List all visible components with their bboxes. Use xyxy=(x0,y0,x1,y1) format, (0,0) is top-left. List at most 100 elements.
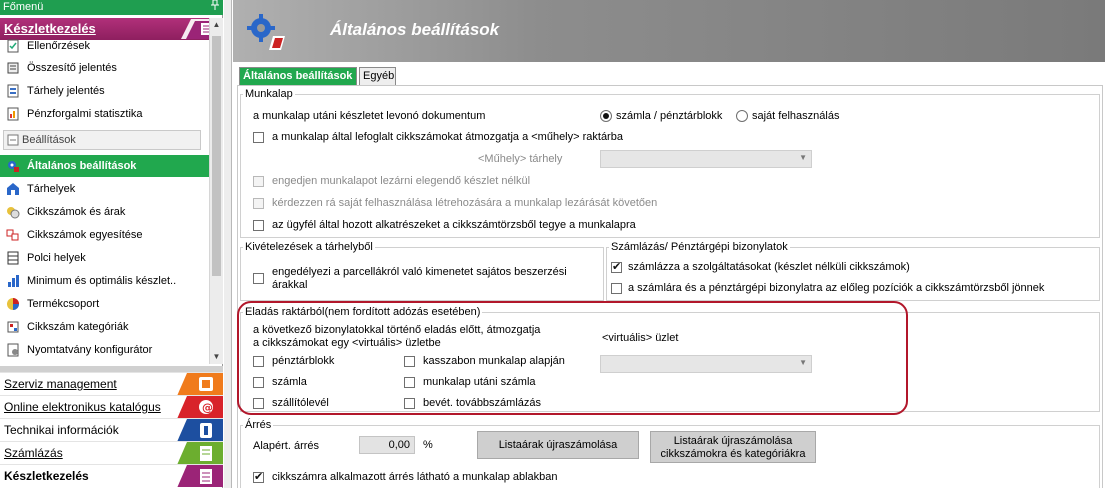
tab-egyeb[interactable]: Egyéb xyxy=(359,67,396,86)
menu-item-cikkszamok-egyesitese[interactable]: Cikkszámok egyesítése xyxy=(0,224,209,246)
highlight-annotation xyxy=(237,301,908,415)
group-title-munkalap: Munkalap xyxy=(243,88,295,100)
storage-location-icon xyxy=(7,183,19,195)
margin-visible-label[interactable]: cikkszámra alkalmazott árrés látható a m… xyxy=(272,471,558,484)
default-margin-input[interactable]: 0,00 xyxy=(359,436,415,454)
checkbox-parcel-output[interactable] xyxy=(253,273,264,284)
menu-item-nyomtatvany[interactable]: Nyomtatvány konfigurátor xyxy=(0,339,209,361)
allow-close-label[interactable]: engedjen munkalapot lezárni elegendő kés… xyxy=(272,175,530,188)
menu-item-label: Termékcsoport xyxy=(27,298,100,310)
billing-icon xyxy=(177,442,223,464)
radio-own-use[interactable] xyxy=(736,110,748,122)
nav-szamlazas[interactable]: Számlázás xyxy=(0,441,223,464)
menu-item-label: Cikkszámok és árak xyxy=(27,206,126,218)
menu-item-tarhely-jelentes[interactable]: Tárhely jelentés xyxy=(0,80,209,102)
menu-item-label: Cikkszámok egyesítése xyxy=(27,229,143,241)
workshop-storage-label: <Műhely> tárhely xyxy=(478,153,563,165)
menu-item-label: Polci helyek xyxy=(27,252,86,264)
page-title: Általános beállítások xyxy=(330,20,500,39)
menu-item-label: Minimum és optimális készlet.. xyxy=(27,275,177,287)
checkbox-allow-close[interactable] xyxy=(253,176,264,187)
svg-text:@: @ xyxy=(202,401,213,414)
customer-parts-label[interactable]: az ügyfél által hozott alkatrészeket a c… xyxy=(272,219,636,232)
tab-altalanos-beallitasok[interactable]: Általános beállítások xyxy=(239,67,357,86)
menu-item-label: Összesítő jelentés xyxy=(27,62,117,74)
inventory-nav-icon xyxy=(177,465,223,487)
menu-item-termekcsoport[interactable]: Termékcsoport xyxy=(0,293,209,315)
menu-item-label: Tárhely jelentés xyxy=(27,85,105,97)
checkbox-ask-own-use[interactable] xyxy=(253,198,264,209)
summary-report-icon xyxy=(7,62,19,74)
nav-label: Készletkezelés xyxy=(4,469,89,483)
checkbox-margin-visible[interactable] xyxy=(253,470,264,483)
move-to-workshop-label[interactable]: a munkalap által lefoglalt cikkszámokat … xyxy=(272,131,623,144)
form-config-icon xyxy=(7,343,19,357)
pin-icon[interactable] xyxy=(211,0,219,15)
doc-deduct-label: a munkalap utáni készletet levonó dokume… xyxy=(253,110,486,122)
checkbox-advance-positions[interactable] xyxy=(611,283,622,294)
radio-invoice-label[interactable]: számla / pénztárblokk xyxy=(616,110,722,123)
menu-item-ellenorzesek[interactable]: Ellenőrzések xyxy=(0,38,209,57)
pane-splitter[interactable] xyxy=(224,0,232,488)
nav-label: Szerviz management xyxy=(4,377,117,391)
menu-item-cikkszam-kategoriak[interactable]: Cikkszám kategóriák xyxy=(0,316,209,338)
menu-item-osszesito[interactable]: Összesítő jelentés xyxy=(0,57,209,79)
group-munkalap: Munkalap a munkalap utáni készletet levo… xyxy=(240,88,1100,238)
radio-invoice[interactable] xyxy=(600,110,612,122)
group-arres: Árrés Alapért. árrés 0,00 % Listaárak új… xyxy=(240,419,1100,488)
parcel-output-label[interactable]: engedélyezi a parcellákról való kimenete… xyxy=(272,266,602,292)
nav-szerviz-management[interactable]: Szerviz management xyxy=(0,372,223,395)
bill-services-label[interactable]: számlázza a szolgáltatásokat (készlet né… xyxy=(628,261,910,274)
checkbox-move-to-workshop[interactable] xyxy=(253,132,264,143)
scrollbar-thumb[interactable] xyxy=(212,36,221,276)
nav-label: Számlázás xyxy=(4,446,63,460)
menu-item-cikkszamok-es-arak[interactable]: Cikkszámok és árak xyxy=(0,201,209,223)
menu-item-tarhelyek[interactable]: Tárhelyek xyxy=(0,178,209,200)
ask-own-use-label[interactable]: kérdezzen rá saját felhasználása létreho… xyxy=(272,197,657,210)
section-header-keszletkezeles[interactable]: Készletkezelés xyxy=(0,18,223,40)
nav-online-katalogus[interactable]: Online elektronikus katalógus @ xyxy=(0,395,223,418)
menu-item-minimum-optimalis[interactable]: Minimum és optimális készlet.. xyxy=(0,270,209,292)
recalc-list-prices-button[interactable]: Listaárak újraszámolása xyxy=(477,431,639,459)
general-settings-icon xyxy=(8,161,19,172)
menu-item-label: Tárhelyek xyxy=(27,183,76,195)
group-title-szamlazas: Számlázás/ Pénztárgépi bizonylatok xyxy=(609,241,790,253)
nav-keszletkezeles[interactable]: Készletkezelés xyxy=(0,464,223,487)
menu-item-polci-helyek[interactable]: Polci helyek xyxy=(0,247,209,269)
scroll-up-icon[interactable]: ▲ xyxy=(210,18,223,32)
service-management-icon xyxy=(177,373,223,395)
default-margin-label: Alapért. árrés xyxy=(253,440,320,452)
technical-info-icon xyxy=(177,419,223,441)
settings-group-icon xyxy=(7,134,19,146)
check-doc-icon xyxy=(7,39,19,53)
recalc-by-category-line1: Listaárak újraszámolása xyxy=(673,435,793,447)
menu-item-penzforgalmi[interactable]: Pénzforgalmi statisztika xyxy=(0,103,209,125)
app-window: Főmenü Készletkezelés Ellenőrzések Össze… xyxy=(0,0,1105,488)
advance-positions-label[interactable]: a számlára és a pénztárgépi bizonylatra … xyxy=(628,282,1044,295)
checkbox-customer-parts[interactable] xyxy=(253,220,264,231)
recalc-by-category-button[interactable]: Listaárak újraszámolása cikkszámokra és … xyxy=(650,431,816,463)
scroll-down-icon[interactable]: ▼ xyxy=(210,350,223,364)
main-menu-pane: Főmenü Készletkezelés Ellenőrzések Össze… xyxy=(0,0,223,488)
nav-technikai-informaciok[interactable]: Technikai információk xyxy=(0,418,223,441)
storage-report-icon xyxy=(7,84,19,98)
online-catalog-icon: @ xyxy=(177,396,223,418)
radio-own-use-label[interactable]: saját felhasználás xyxy=(752,110,839,123)
settings-gear-icon xyxy=(247,14,285,50)
workshop-storage-select[interactable]: ▼ xyxy=(600,150,812,168)
group-kivetelezes: Kivételezések a tárhelyből engedélyezi a… xyxy=(240,241,604,301)
menu-group-beallitasok[interactable]: Beállítások xyxy=(0,129,209,151)
nav-label: Technikai információk xyxy=(4,423,119,437)
group-szamlazas: Számlázás/ Pénztárgépi bizonylatok száml… xyxy=(606,241,1100,301)
menu-item-altalanos-beallitasok[interactable]: Általános beállítások xyxy=(0,155,209,177)
nav-label: Online elektronikus katalógus xyxy=(4,400,161,414)
checkbox-bill-services[interactable] xyxy=(611,260,622,273)
inventory-menu-list: Ellenőrzések Összesítő jelentés Tárhely … xyxy=(0,38,209,364)
product-group-icon xyxy=(7,298,19,310)
section-header-label: Készletkezelés xyxy=(4,21,96,36)
menu-item-label: Ellenőrzések xyxy=(27,40,90,52)
main-menu-titlebar: Főmenü xyxy=(0,0,223,15)
menu-scrollbar[interactable]: ▲ ▼ xyxy=(209,18,223,364)
tab-content: Munkalap a munkalap utáni készletet levo… xyxy=(237,85,1103,488)
menu-item-label: Pénzforgalmi statisztika xyxy=(27,108,143,120)
